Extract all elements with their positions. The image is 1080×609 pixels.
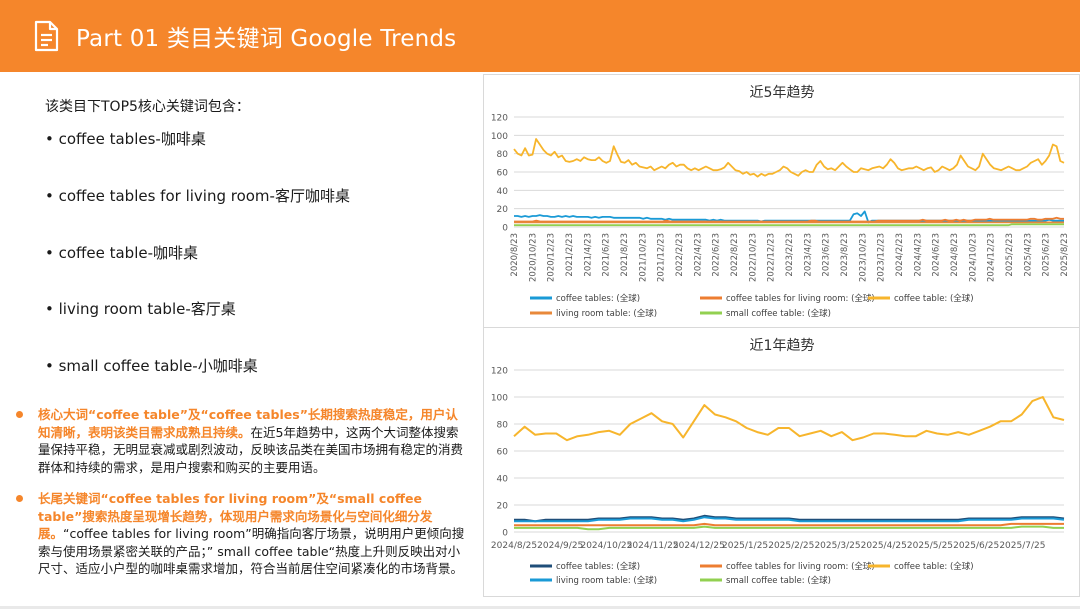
y-tick-label: 60 (497, 448, 509, 458)
series-line (513, 138, 1065, 178)
insight-note: 核心大词“coffee table”及“coffee tables”长期搜索热度… (16, 406, 470, 476)
x-tick-label: 2024/10/23 (968, 233, 978, 282)
x-tick-label: 2021/6/23 (602, 233, 612, 277)
x-tick-label: 2022/8/23 (730, 233, 740, 277)
keyword-item: • living room table-客厅桌 (45, 300, 236, 318)
x-tick-label: 2022/6/23 (712, 233, 722, 277)
x-tick-label: 2020/10/23 (528, 233, 538, 282)
x-tick-label: 2022/2/23 (675, 233, 685, 277)
x-tick-label: 2023/2/23 (785, 233, 795, 277)
x-tick-label: 2022/10/23 (748, 233, 758, 282)
legend-label: coffee table: (全球) (894, 293, 974, 304)
y-tick-label: 40 (497, 475, 509, 485)
x-tick-label: 2020/8/23 (510, 233, 520, 277)
legend-label: living room table: (全球) (556, 308, 657, 319)
x-tick-label: 2025/5/25 (907, 541, 953, 551)
y-tick-label: 120 (491, 114, 508, 124)
x-tick-label: 2024/12/23 (987, 233, 997, 282)
y-tick-label: 40 (497, 187, 509, 197)
x-tick-label: 2025/7/25 (999, 541, 1045, 551)
y-tick-label: 120 (491, 367, 508, 377)
y-tick-label: 60 (497, 169, 509, 179)
x-tick-label: 2024/12/25 (673, 541, 725, 551)
x-tick-label: 2024/8/25 (491, 541, 537, 551)
y-tick-label: 100 (491, 394, 508, 404)
x-tick-label: 2024/9/25 (537, 541, 583, 551)
x-tick-label: 2023/8/23 (840, 233, 850, 277)
legend-label: coffee table: (全球) (894, 561, 974, 572)
insight-body: “coffee tables for living room”明确指向客厅场景，… (38, 526, 465, 576)
x-tick-label: 2023/4/23 (803, 233, 813, 277)
keyword-item: • coffee tables-咖啡桌 (45, 130, 206, 148)
x-tick-label: 2024/10/25 (580, 541, 632, 551)
series-line (514, 522, 1064, 527)
chart-1-year: 近1年趋势0204060801001202024/8/25 2024/9/2520… (491, 338, 1065, 586)
chart-5-year: 近5年趋势 0 20 40 60 80 100 120 2020/8/23 2020/10/23 2… (491, 85, 1070, 319)
x-tick-label: 2022/12/23 (767, 233, 777, 282)
x-tick-label: 2024/8/23 (950, 233, 960, 277)
x-tick-label: 2025/8/23 (1060, 233, 1070, 277)
chart-title: 近1年趋势 (750, 338, 815, 354)
keyword-item: • small coffee table-小咖啡桌 (45, 357, 258, 375)
keyword-item: • coffee table-咖啡桌 (45, 244, 199, 262)
left-panel: 该类目下TOP5核心关键词包含： • coffee tables-咖啡桌 • c… (0, 72, 484, 609)
document-icon (34, 20, 59, 52)
page-title: Part 01 类目关键词 Google Trends (76, 26, 457, 52)
x-tick-label: 2025/4/23 (1023, 233, 1033, 277)
y-tick-label: 100 (491, 132, 508, 142)
x-tick-label: 2023/12/23 (877, 233, 887, 282)
x-tick-label: 2021/10/23 (638, 233, 648, 282)
x-tick-label: 2025/2/23 (1005, 233, 1015, 277)
y-tick-label: 20 (497, 205, 509, 215)
bullet-dot-icon (16, 411, 23, 418)
y-tick-label: 20 (497, 502, 509, 512)
x-tick-label: 2020/12/23 (547, 233, 557, 282)
x-tick-label: 2025/1/25 (722, 541, 768, 551)
x-tick-label: 2021/12/23 (657, 233, 667, 282)
x-tick-label: 2024/2/23 (895, 233, 905, 277)
intro-text: 该类目下TOP5核心关键词包含： (45, 99, 250, 115)
legend-label: coffee tables: (全球) (556, 293, 640, 304)
y-tick-label: 80 (497, 421, 509, 431)
x-tick-label: 2021/4/23 (583, 233, 593, 277)
series-line (513, 396, 1065, 442)
chart-5-year-panel: 近5年趋势 0 20 40 60 80 100 120 2020/8/23 2020/10/23 2… (483, 74, 1080, 328)
legend-label: living room table: (全球) (556, 575, 657, 586)
x-tick-label: 2023/6/23 (822, 233, 832, 277)
x-tick-label: 2025/3/25 (814, 541, 860, 551)
header-bar: Part 01 类目关键词 Google Trends (0, 0, 1080, 72)
x-tick-label: 2024/11/25 (627, 541, 679, 551)
chart-title: 近5年趋势 (750, 85, 815, 101)
legend-label: small coffee table: (全球) (726, 308, 831, 319)
bullet-dot-icon (16, 495, 23, 502)
legend-label: coffee tables for living room: (全球) (726, 561, 875, 572)
x-tick-label: 2021/2/23 (565, 233, 575, 277)
series-line (514, 525, 1064, 531)
keyword-item: • coffee tables for living room-客厅咖啡桌 (45, 187, 350, 205)
x-tick-label: 2024/6/23 (932, 233, 942, 277)
legend-label: coffee tables for living room: (全球) (726, 293, 875, 304)
y-tick-label: 0 (502, 224, 508, 234)
legend-label: coffee tables: (全球) (556, 561, 640, 572)
y-tick-label: 80 (497, 150, 509, 160)
x-tick-label: 2021/8/23 (620, 233, 630, 277)
y-tick-label: 0 (502, 529, 508, 539)
x-tick-label: 2025/6/25 (953, 541, 999, 551)
insight-note: 长尾关键词“coffee tables for living room”及“sm… (16, 490, 470, 578)
x-tick-label: 2022/4/23 (693, 233, 703, 277)
series-line (514, 223, 1064, 227)
legend-label: small coffee table: (全球) (726, 575, 831, 586)
chart-1-year-panel: 近1年趋势 0 20 40 60 80 100 120 2024/8/25 2024/9/25 20… (483, 327, 1080, 597)
x-tick-label: 2024/4/23 (913, 233, 923, 277)
x-tick-label: 2023/10/23 (858, 233, 868, 282)
x-tick-label: 2025/4/25 (861, 541, 907, 551)
x-tick-label: 2025/2/25 (768, 541, 814, 551)
x-tick-label: 2025/6/23 (1042, 233, 1052, 277)
